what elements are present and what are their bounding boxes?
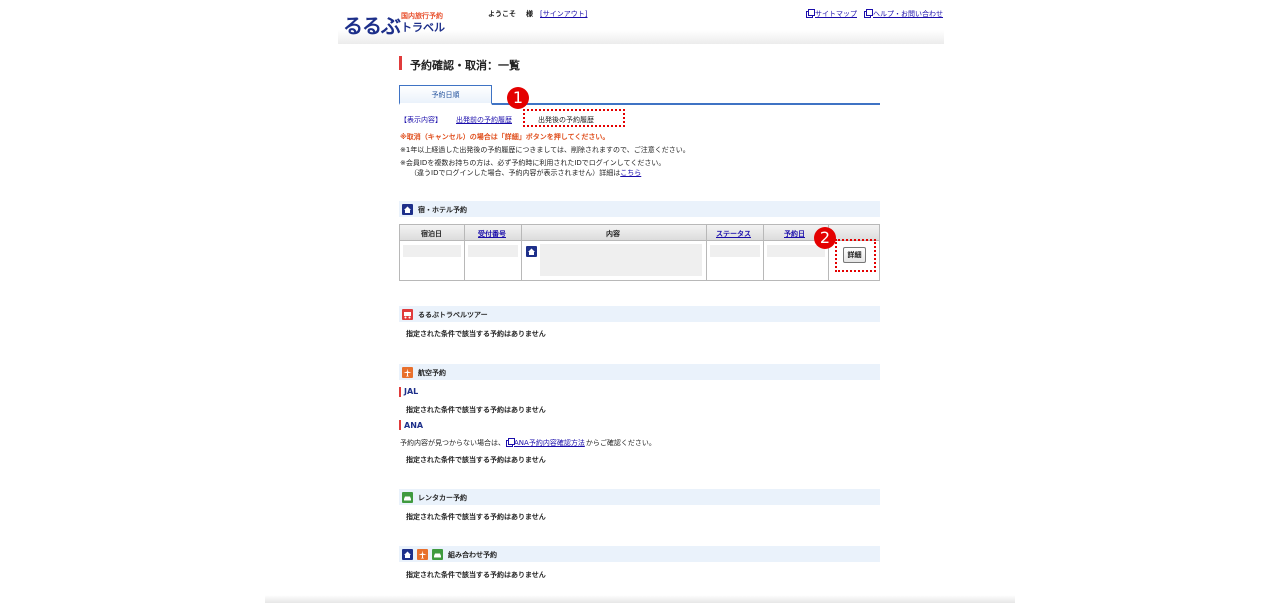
- page-title: 予約確認・取消：一覧: [410, 59, 520, 72]
- ana-confirm-method-link[interactable]: ANA予約内容確認方法: [514, 438, 585, 448]
- logo[interactable]: るるぶ: [343, 10, 401, 39]
- bus-icon: [402, 309, 413, 322]
- table-cell-placeholder: [403, 245, 461, 257]
- house-icon: [402, 204, 413, 217]
- empty-message-combo: 指定された条件で該当する予約はありません: [406, 571, 546, 579]
- jal-accent-bar: [399, 387, 401, 397]
- filter-before-departure-link[interactable]: 出発前の予約履歴: [456, 115, 512, 125]
- filter-after-departure[interactable]: 出発後の予約履歴: [538, 115, 594, 125]
- section-air-label: 航空予約: [418, 369, 446, 377]
- logo-brand: トラベル: [401, 21, 445, 34]
- empty-message-jal: 指定された条件で該当する予約はありません: [406, 406, 546, 414]
- airline-jal: JAL: [404, 387, 419, 396]
- column-divider: [521, 224, 522, 281]
- member-id-note-detail: （違うIDでログインした場合、予約内容が表示されません）詳細はこちら: [410, 168, 641, 178]
- plane-icon: [402, 367, 413, 380]
- sitemap-link[interactable]: サイトマップ: [806, 8, 857, 19]
- section-car-label: レンタカー予約: [418, 494, 467, 502]
- section-hotel: [399, 201, 880, 217]
- step-badge-1: 1: [507, 87, 529, 109]
- tab-booking-date[interactable]: 予約日順: [399, 85, 492, 105]
- cancel-instruction-note: ※取消（キャンセル）の場合は「詳細」ボタンを押してください。: [400, 133, 610, 141]
- car-icon: [402, 492, 413, 505]
- empty-message-ana: 指定された条件で該当する予約はありません: [406, 456, 546, 464]
- title-accent-bar: [399, 56, 402, 70]
- sitemap-label[interactable]: サイトマップ: [815, 9, 857, 19]
- deletion-note: ※1年以上経過した出発後の予約履歴につきましては、削除されますので、ご注意くださ…: [400, 146, 690, 154]
- details-here-link[interactable]: こちら: [620, 169, 641, 177]
- help-label[interactable]: ヘルプ・お問い合わせ: [873, 9, 943, 19]
- house-icon: [402, 549, 413, 562]
- column-divider: [464, 224, 465, 281]
- external-window-icon: [806, 8, 815, 18]
- column-header-content: 内容: [606, 230, 620, 238]
- section-air: [399, 364, 880, 380]
- help-link[interactable]: ヘルプ・お問い合わせ: [864, 8, 943, 19]
- member-id-note: ※会員IDを複数お持ちの方は、必ず予約時に利用されたIDでログインしてください。: [400, 159, 666, 167]
- section-hotel-label: 宿・ホテル予約: [418, 206, 467, 214]
- column-header-status[interactable]: ステータス: [716, 229, 751, 239]
- external-window-icon: [864, 8, 873, 18]
- welcome-text: ようこそ: [488, 10, 516, 18]
- column-header-reception-number[interactable]: 受付番号: [478, 229, 506, 239]
- ana-note-prefix: 予約内容が見つからない場合は、: [400, 439, 505, 447]
- footer-shadow: [265, 595, 1015, 603]
- table-cell-placeholder: [468, 245, 518, 257]
- step-badge-2: 2: [814, 227, 836, 249]
- filter-label: 【表示内容】: [400, 116, 442, 124]
- ana-accent-bar: [399, 420, 401, 430]
- external-window-icon: [506, 437, 515, 447]
- table-cell-placeholder: [710, 245, 760, 257]
- column-divider: [706, 224, 707, 281]
- airline-ana: ANA: [404, 421, 424, 430]
- detail-button[interactable]: 詳細: [843, 247, 866, 263]
- column-header-booking-date[interactable]: 予約日: [784, 229, 805, 239]
- ana-note: 予約内容が見つからない場合は、 ANA予約内容確認方法 からご確認ください。: [400, 437, 656, 448]
- signout-link[interactable]: [サインアウト]: [540, 9, 587, 19]
- section-car: [399, 489, 880, 505]
- plane-icon: [417, 549, 428, 562]
- table-cell-placeholder: [767, 245, 825, 257]
- table-header-row: [399, 224, 880, 241]
- column-header-stay-date: 宿泊日: [421, 230, 442, 238]
- table-cell-placeholder: [540, 244, 702, 276]
- ana-note-suffix: からご確認ください。: [585, 439, 656, 447]
- member-id-note-detail-text: （違うIDでログインした場合、予約内容が表示されません）詳細は: [410, 169, 621, 177]
- section-tour-label: るるぶトラベルツアー: [418, 311, 488, 319]
- empty-message-tour: 指定された条件で該当する予約はありません: [406, 330, 546, 338]
- honorific-text: 様: [526, 10, 533, 18]
- column-divider: [763, 224, 764, 281]
- car-icon: [432, 549, 443, 562]
- house-icon: [526, 246, 537, 259]
- section-combo-label: 組み合わせ予約: [448, 551, 497, 559]
- empty-message-car: 指定された条件で該当する予約はありません: [406, 513, 546, 521]
